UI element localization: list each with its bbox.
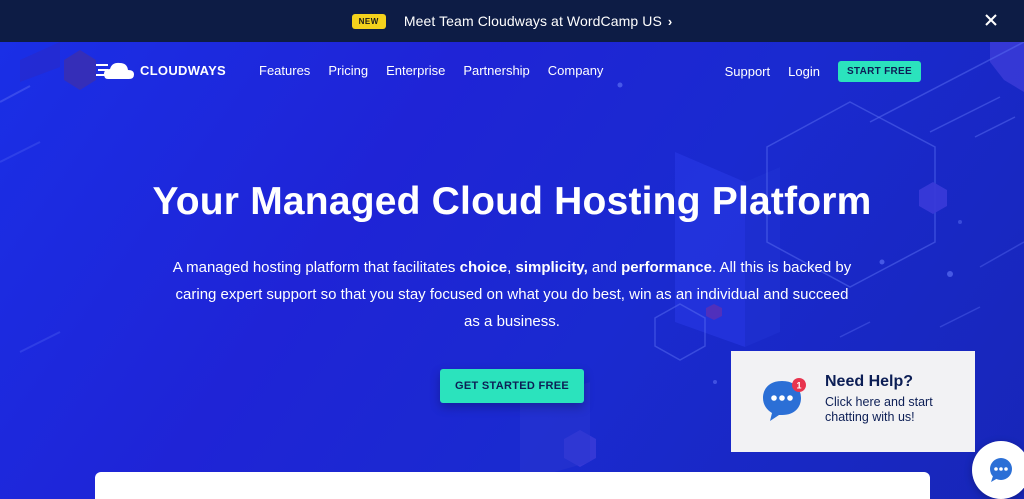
- chat-launcher-button[interactable]: [972, 441, 1024, 499]
- chat-launcher-icon[interactable]: [988, 457, 1014, 483]
- chat-bubble-icon[interactable]: 1: [761, 377, 807, 423]
- need-help-widget[interactable]: 1 Need Help? Click here and start chatti…: [731, 351, 975, 452]
- hero-title: Your Managed Cloud Hosting Platform: [152, 180, 872, 223]
- desc-sep-2: and: [587, 259, 622, 276]
- get-started-free-button[interactable]: GET STARTED FREE: [440, 369, 584, 403]
- notification-count: 1: [796, 381, 801, 391]
- announcement-bar: NEW Meet Team Cloudways at WordCamp US ›: [0, 0, 1024, 42]
- nav-support[interactable]: Support: [725, 64, 771, 79]
- nav-links: Features Pricing Enterprise Partnership …: [259, 63, 621, 78]
- cloudways-logo[interactable]: CLOUDWAYS: [96, 59, 226, 81]
- hero-description: A managed hosting platform that facilita…: [172, 254, 852, 335]
- cloud-logo-icon: [96, 62, 134, 79]
- nav-right: Support Login START FREE: [725, 61, 921, 82]
- hero-section: CLOUDWAYS Features Pricing Enterprise Pa…: [0, 42, 1024, 499]
- help-text[interactable]: Need Help? Click here and start chatting…: [825, 373, 933, 425]
- close-icon[interactable]: [984, 13, 998, 27]
- nav-partnership[interactable]: Partnership: [463, 63, 529, 78]
- desc-bold-choice: choice: [459, 259, 508, 276]
- nav-pricing[interactable]: Pricing: [328, 63, 368, 78]
- help-title[interactable]: Need Help?: [825, 373, 933, 391]
- nav-login[interactable]: Login: [788, 64, 820, 79]
- help-line-2[interactable]: chatting with us!: [825, 410, 933, 425]
- content-card: [95, 472, 930, 499]
- desc-bold-simplicity: simplicity,: [515, 259, 588, 276]
- help-line-1[interactable]: Click here and start: [825, 395, 933, 410]
- desc-bold-performance: performance: [621, 259, 712, 276]
- nav-company[interactable]: Company: [548, 63, 604, 78]
- start-free-button[interactable]: START FREE: [837, 61, 921, 82]
- announcement-message[interactable]: Meet Team Cloudways at WordCamp US: [404, 13, 662, 29]
- logo-text[interactable]: CLOUDWAYS: [140, 63, 226, 78]
- new-badge: NEW: [351, 13, 386, 29]
- nav-enterprise[interactable]: Enterprise: [386, 63, 445, 78]
- desc-text-1: A managed hosting platform that facilita…: [172, 259, 460, 276]
- chevron-right-icon[interactable]: ›: [668, 14, 672, 29]
- announcement-link[interactable]: Meet Team Cloudways at WordCamp US ›: [404, 13, 673, 29]
- main-nav: CLOUDWAYS Features Pricing Enterprise Pa…: [0, 42, 1024, 100]
- nav-features[interactable]: Features: [259, 63, 310, 78]
